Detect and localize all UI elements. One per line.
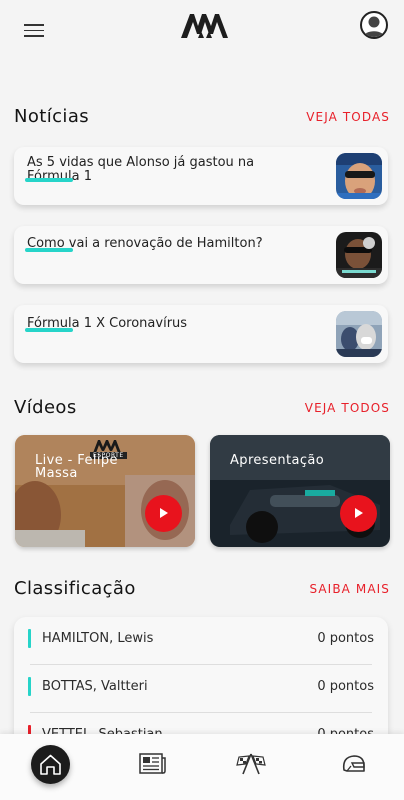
ranking-row[interactable]: BOTTAS, Valtteri 0 pontos (14, 665, 388, 713)
ranking-section-header: Classificação SAIBA MAIS (14, 578, 390, 602)
team-color-marker (28, 629, 31, 648)
driver-name: HAMILTON, Lewis (42, 631, 154, 646)
bottom-navigation (0, 734, 404, 800)
top-bar (0, 0, 404, 62)
ranking-section-title: Classificação (14, 578, 136, 599)
menu-button[interactable] (24, 24, 44, 38)
coronavirus-photo-icon (336, 311, 382, 357)
accent-underline (25, 328, 73, 332)
play-button[interactable] (145, 495, 182, 532)
ranking-more-link[interactable]: SAIBA MAIS (309, 582, 390, 596)
news-card[interactable]: Como vai a renovação de Hamilton? (14, 226, 388, 284)
driver-points: 0 pontos (317, 631, 374, 646)
news-section-header: Notícias VEJA TODAS (14, 106, 390, 130)
news-thumbnail (336, 153, 382, 199)
accent-underline (25, 248, 73, 252)
play-button[interactable] (340, 495, 377, 532)
news-card[interactable]: Fórmula 1 X Coronavírus (14, 305, 388, 363)
news-thumbnail (336, 232, 382, 278)
videos-section-title: Vídeos (14, 397, 77, 418)
driver-points: 0 pontos (317, 679, 374, 694)
profile-button[interactable] (360, 11, 388, 39)
video-title: Live - Felipe Massa (35, 453, 118, 481)
video-card-live[interactable]: ESPORTE Live - Felipe Massa (15, 435, 195, 547)
videos-view-all-link[interactable]: VEJA TODOS (305, 401, 390, 415)
hamilton-photo-icon (336, 232, 382, 278)
helmet-icon (342, 755, 365, 772)
mm-logo-icon (181, 14, 228, 38)
team-color-marker (28, 677, 31, 696)
video-card-presentation[interactable]: Apresentação (210, 435, 390, 547)
checkered-flags-icon (236, 753, 266, 775)
home-icon (40, 754, 61, 775)
nav-home[interactable] (31, 745, 70, 784)
accent-underline (25, 178, 73, 182)
video-title: Apresentação (230, 453, 325, 468)
news-section-title: Notícias (14, 106, 90, 127)
ranking-row[interactable]: HAMILTON, Lewis 0 pontos (14, 617, 388, 665)
newspaper-icon (139, 753, 166, 774)
nav-drivers[interactable] (333, 744, 373, 784)
driver-name: BOTTAS, Valtteri (42, 679, 148, 694)
news-view-all-link[interactable]: VEJA TODAS (306, 110, 390, 124)
nav-races[interactable] (231, 744, 271, 784)
news-thumbnail (336, 311, 382, 357)
user-avatar-icon (363, 16, 385, 37)
nav-news[interactable] (132, 744, 172, 784)
videos-section-header: Vídeos VEJA TODOS (14, 397, 390, 421)
hamburger-menu-icon (24, 24, 44, 26)
news-card[interactable]: As 5 vidas que Alonso já gastou na Fórmu… (14, 147, 388, 205)
esporte-logo-icon (93, 440, 121, 453)
alonso-photo-icon (336, 153, 382, 199)
